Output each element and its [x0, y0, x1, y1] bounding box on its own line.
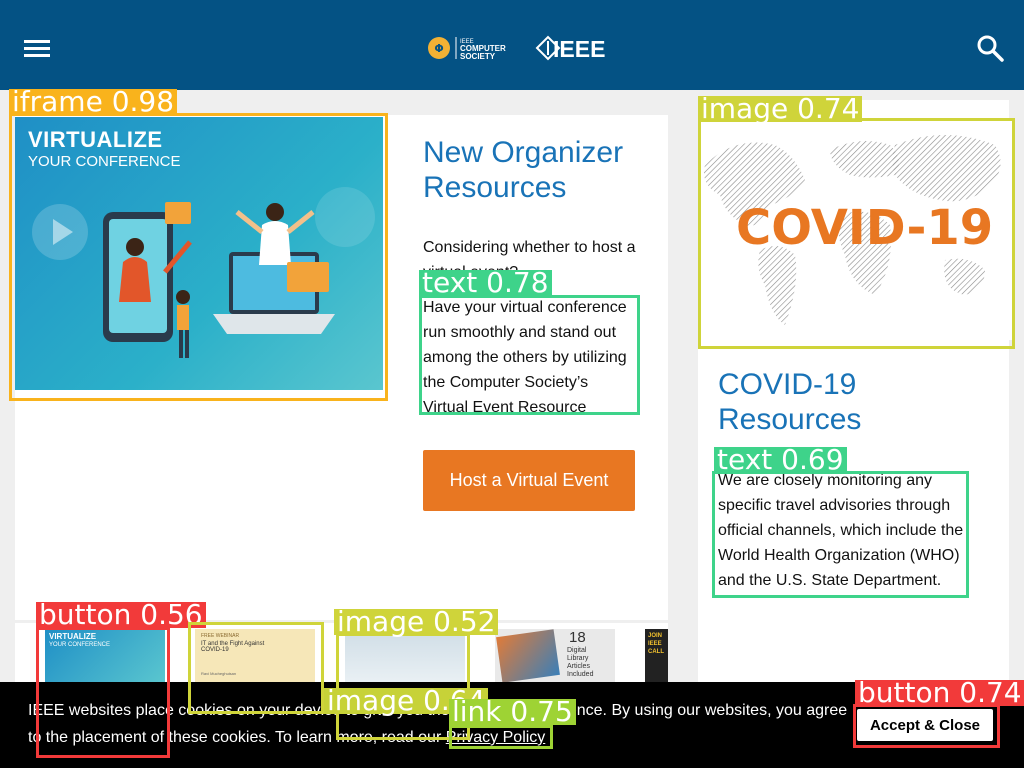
covid-heading: COVID-19 Resources [718, 368, 862, 436]
hamburger-menu-icon[interactable] [24, 40, 50, 58]
thumb5-text: JOIN IEEE CALL [648, 633, 664, 655]
organizer-heading: New Organizer Resources [423, 136, 624, 204]
privacy-policy-link[interactable]: Privacy Policy [446, 729, 546, 746]
carousel-thumb-join[interactable]: JOIN IEEE CALL [645, 629, 668, 682]
hero-image-title-2: YOUR CONFERENCE [28, 153, 181, 170]
svg-text:Φ: Φ [434, 42, 443, 55]
detection-label-text-covid: text 0.69 [714, 446, 847, 474]
organizer-body: Have your virtual conference run smoothl… [423, 299, 627, 413]
conference-illustration [32, 187, 375, 358]
carousel-thumb-virtualize[interactable]: VIRTUALIZE YOUR CONFERENCE [45, 629, 165, 682]
host-virtual-event-button[interactable]: Host a Virtual Event [423, 450, 635, 511]
detection-label-image-thumb: image 0.52 [334, 608, 499, 636]
virtualize-conference-image[interactable]: VIRTUALIZE YOUR CONFERENCE [15, 117, 383, 390]
thumb4-num: 18 [569, 629, 586, 646]
thumb4-line4: Included [567, 671, 594, 678]
thumb2-line1: FREE WEBINAR [201, 633, 240, 639]
thumb4-text: Digital Library Articles Included [567, 647, 593, 679]
thumb2-line2: IT and the Fight Against COVID-19 [201, 641, 265, 653]
detection-label-iframe: iframe 0.98 [9, 88, 178, 116]
covid-map-image[interactable]: COVID-19 [700, 120, 1012, 340]
ieee-logo-text: IEEE [553, 36, 605, 62]
thumb4-line3: Articles [567, 663, 590, 670]
detection-label-text-organizer: text 0.78 [419, 269, 552, 297]
detection-label-link: link 0.75 [449, 698, 576, 726]
covid-body: We are closely monitoring any specific t… [718, 472, 964, 589]
cs-logo-line3: SOCIETY [460, 52, 496, 61]
detection-label-button-accept: button 0.74 [855, 680, 1024, 706]
carousel-thumb-library[interactable]: 18 Digital Library Articles Included [495, 629, 615, 683]
thumb4-line1: Digital [567, 647, 587, 654]
covid-image-text: COVID-19 [736, 200, 994, 256]
thumb4-line2: Library [567, 655, 589, 662]
detection-label-button-thumb: button 0.56 [36, 601, 206, 629]
thumb1-line1: VIRTUALIZE [49, 632, 97, 641]
hero-image-title-1: VIRTUALIZE [28, 127, 163, 152]
detection-label-image-covid: image 0.74 [698, 95, 863, 123]
thumb1-line2: YOUR CONFERENCE [49, 642, 111, 648]
accept-close-button[interactable]: Accept & Close [857, 709, 993, 741]
search-icon[interactable] [976, 34, 1004, 62]
magazine-stack-image [496, 629, 560, 683]
thumb2-line3: Ravi Mucheghuisan [201, 671, 237, 676]
header-logos[interactable]: Φ IEEE COMPUTER SOCIETY IEEE [427, 33, 617, 63]
carousel-thumb-webinar[interactable]: FREE WEBINAR IT and the Fight Against CO… [195, 629, 315, 682]
